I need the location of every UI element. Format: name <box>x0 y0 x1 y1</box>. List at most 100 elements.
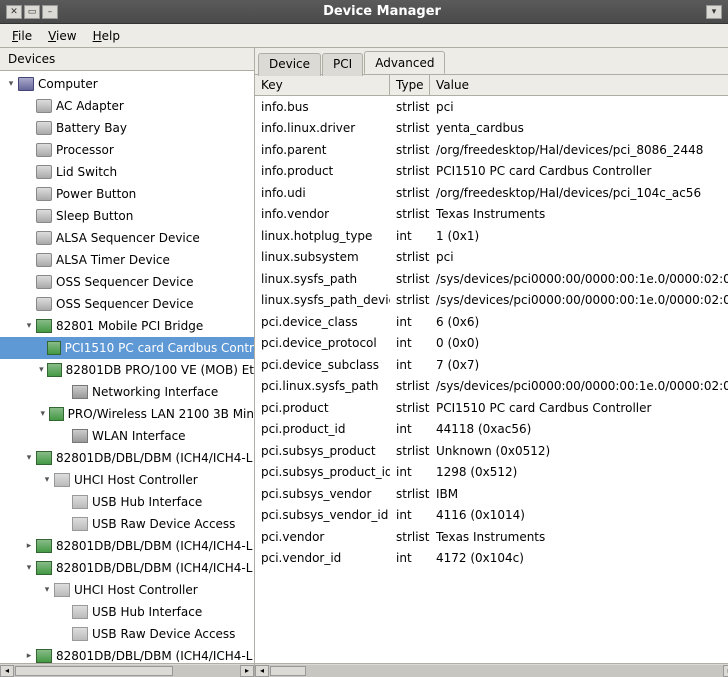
tree-row[interactable]: PCI1510 PC card Cardbus Contr <box>0 337 254 359</box>
tree-item-label: PRO/Wireless LAN 2100 3B Min <box>68 407 254 421</box>
table-row[interactable]: pci.device_protocolint0 (0x0) <box>255 333 728 355</box>
tree-item-label: 82801DB/DBL/DBM (ICH4/ICH4-L <box>56 649 252 663</box>
cell-type: strlist <box>390 442 430 460</box>
tree-row[interactable]: USB Raw Device Access <box>0 513 254 535</box>
table-row[interactable]: pci.subsys_vendor_idint4116 (0x1014) <box>255 505 728 527</box>
table-row[interactable]: pci.vendor_idint4172 (0x104c) <box>255 548 728 570</box>
table-row[interactable]: linux.subsystemstrlistpci <box>255 247 728 269</box>
tree-row[interactable]: OSS Sequencer Device <box>0 271 254 293</box>
usb-icon <box>54 583 70 597</box>
tree-item-label: Lid Switch <box>56 165 117 179</box>
tree-row[interactable]: ▾ PRO/Wireless LAN 2100 3B Min <box>0 403 254 425</box>
tree-row[interactable]: ▾82801 Mobile PCI Bridge <box>0 315 254 337</box>
expander-open-icon[interactable]: ▾ <box>40 473 54 487</box>
table-row[interactable]: pci.device_subclassint7 (0x7) <box>255 354 728 376</box>
scroll-right-icon[interactable]: ▸ <box>240 665 254 677</box>
expander-open-icon[interactable]: ▾ <box>40 583 54 597</box>
expander-none <box>58 517 72 531</box>
tree-row[interactable]: ▾UHCI Host Controller <box>0 579 254 601</box>
tree-row[interactable]: Sleep Button <box>0 205 254 227</box>
expander-none <box>58 627 72 641</box>
tree-row[interactable]: USB Raw Device Access <box>0 623 254 645</box>
table-row[interactable]: pci.device_classint6 (0x6) <box>255 311 728 333</box>
table-header: Key Type Value <box>255 75 728 96</box>
expander-open-icon[interactable]: ▾ <box>22 319 36 333</box>
col-value[interactable]: Value <box>430 75 728 95</box>
menu-view[interactable]: View <box>40 26 84 46</box>
table-row[interactable]: info.busstrlistpci <box>255 96 728 118</box>
shade-icon[interactable]: ▾ <box>706 5 722 19</box>
expander-closed-icon[interactable]: ▸ <box>22 539 36 553</box>
tab-advanced[interactable]: Advanced <box>364 51 445 74</box>
tree-row[interactable]: Networking Interface <box>0 381 254 403</box>
tree-row[interactable]: USB Hub Interface <box>0 601 254 623</box>
table-hscrollbar[interactable]: ◂ ▸ <box>255 663 728 677</box>
resize-grip-icon[interactable] <box>723 663 728 677</box>
expander-open-icon[interactable]: ▾ <box>36 407 49 421</box>
properties-table[interactable]: info.busstrlistpciinfo.linux.driverstrli… <box>255 96 728 663</box>
table-row[interactable]: pci.subsys_productstrlistUnknown (0x0512… <box>255 440 728 462</box>
tree-row[interactable]: USB Hub Interface <box>0 491 254 513</box>
close-icon[interactable]: ✕ <box>6 5 22 19</box>
expander-open-icon[interactable]: ▾ <box>22 451 36 465</box>
cell-key: pci.subsys_vendor <box>255 485 390 503</box>
tree-row[interactable]: ▸ 82801DB/DBL/DBM (ICH4/ICH4-L <box>0 645 254 663</box>
tree-hscrollbar[interactable]: ◂ ▸ <box>0 663 254 677</box>
tree-row[interactable]: ▸82801DB/DBL/DBM (ICH4/ICH4-L <box>0 535 254 557</box>
generic-icon <box>36 99 52 113</box>
col-key[interactable]: Key <box>255 75 390 95</box>
cell-key: linux.sysfs_path <box>255 270 390 288</box>
cell-key: pci.device_protocol <box>255 334 390 352</box>
expander-closed-icon[interactable]: ▸ <box>22 649 36 663</box>
table-row[interactable]: linux.sysfs_path_devicestrlist/sys/devic… <box>255 290 728 312</box>
tree-row[interactable]: OSS Sequencer Device <box>0 293 254 315</box>
device-tree[interactable]: ▾ComputerAC AdapterBattery BayProcessor L… <box>0 71 254 663</box>
table-row[interactable]: linux.hotplug_typeint1 (0x1) <box>255 225 728 247</box>
table-row[interactable]: linux.sysfs_pathstrlist/sys/devices/pci0… <box>255 268 728 290</box>
cell-type: strlist <box>390 184 430 202</box>
tree-row[interactable]: ▾82801DB PRO/100 VE (MOB) Et <box>0 359 254 381</box>
tree-row[interactable]: ALSA Sequencer Device <box>0 227 254 249</box>
table-row[interactable]: info.productstrlistPCI1510 PC card Cardb… <box>255 161 728 183</box>
expander-open-icon[interactable]: ▾ <box>35 363 47 377</box>
minimize-icon[interactable]: – <box>42 5 58 19</box>
table-row[interactable]: pci.vendorstrlistTexas Instruments <box>255 526 728 548</box>
cell-type: strlist <box>390 270 430 288</box>
table-row[interactable]: pci.product_idint44118 (0xac56) <box>255 419 728 441</box>
tab-pci[interactable]: PCI <box>322 53 363 76</box>
scroll-left-icon[interactable]: ◂ <box>255 665 269 677</box>
expander-none <box>22 187 36 201</box>
table-row[interactable]: info.vendorstrlistTexas Instruments <box>255 204 728 226</box>
expander-open-icon[interactable]: ▾ <box>4 77 18 91</box>
tree-item-label: Networking Interface <box>92 385 218 399</box>
maximize-icon[interactable]: ▭ <box>24 5 40 19</box>
table-row[interactable]: pci.linux.sysfs_pathstrlist/sys/devices/… <box>255 376 728 398</box>
col-type[interactable]: Type <box>390 75 430 95</box>
expander-open-icon[interactable]: ▾ <box>22 561 36 575</box>
tree-row[interactable]: Battery Bay <box>0 117 254 139</box>
tree-row[interactable]: Power Button <box>0 183 254 205</box>
table-row[interactable]: pci.productstrlistPCI1510 PC card Cardbu… <box>255 397 728 419</box>
tree-row[interactable]: ▾UHCI Host Controller <box>0 469 254 491</box>
scroll-left-icon[interactable]: ◂ <box>0 665 14 677</box>
menu-file[interactable]: File <box>4 26 40 46</box>
tree-row[interactable]: ALSA Timer Device <box>0 249 254 271</box>
table-row[interactable]: info.linux.driverstrlistyenta_cardbus <box>255 118 728 140</box>
tree-row[interactable]: ▾Computer <box>0 73 254 95</box>
tree-row[interactable]: Processor <box>0 139 254 161</box>
tree-row[interactable]: AC Adapter <box>0 95 254 117</box>
cell-value: Texas Instruments <box>430 528 728 546</box>
pci-icon <box>47 341 61 355</box>
tree-row[interactable]: WLAN Interface <box>0 425 254 447</box>
tree-row[interactable]: ▾82801DB/DBL/DBM (ICH4/ICH4-L <box>0 447 254 469</box>
table-row[interactable]: info.udistrlist/org/freedesktop/Hal/devi… <box>255 182 728 204</box>
table-row[interactable]: info.parentstrlist/org/freedesktop/Hal/d… <box>255 139 728 161</box>
cell-key: linux.sysfs_path_device <box>255 291 390 309</box>
menu-help[interactable]: Help <box>85 26 128 46</box>
tree-row[interactable]: ▾82801DB/DBL/DBM (ICH4/ICH4-L <box>0 557 254 579</box>
table-row[interactable]: pci.subsys_vendorstrlistIBM <box>255 483 728 505</box>
tree-row[interactable]: Lid Switch <box>0 161 254 183</box>
tree-item-label: USB Raw Device Access <box>92 627 235 641</box>
table-row[interactable]: pci.subsys_product_idint1298 (0x512) <box>255 462 728 484</box>
tab-device[interactable]: Device <box>258 53 321 76</box>
